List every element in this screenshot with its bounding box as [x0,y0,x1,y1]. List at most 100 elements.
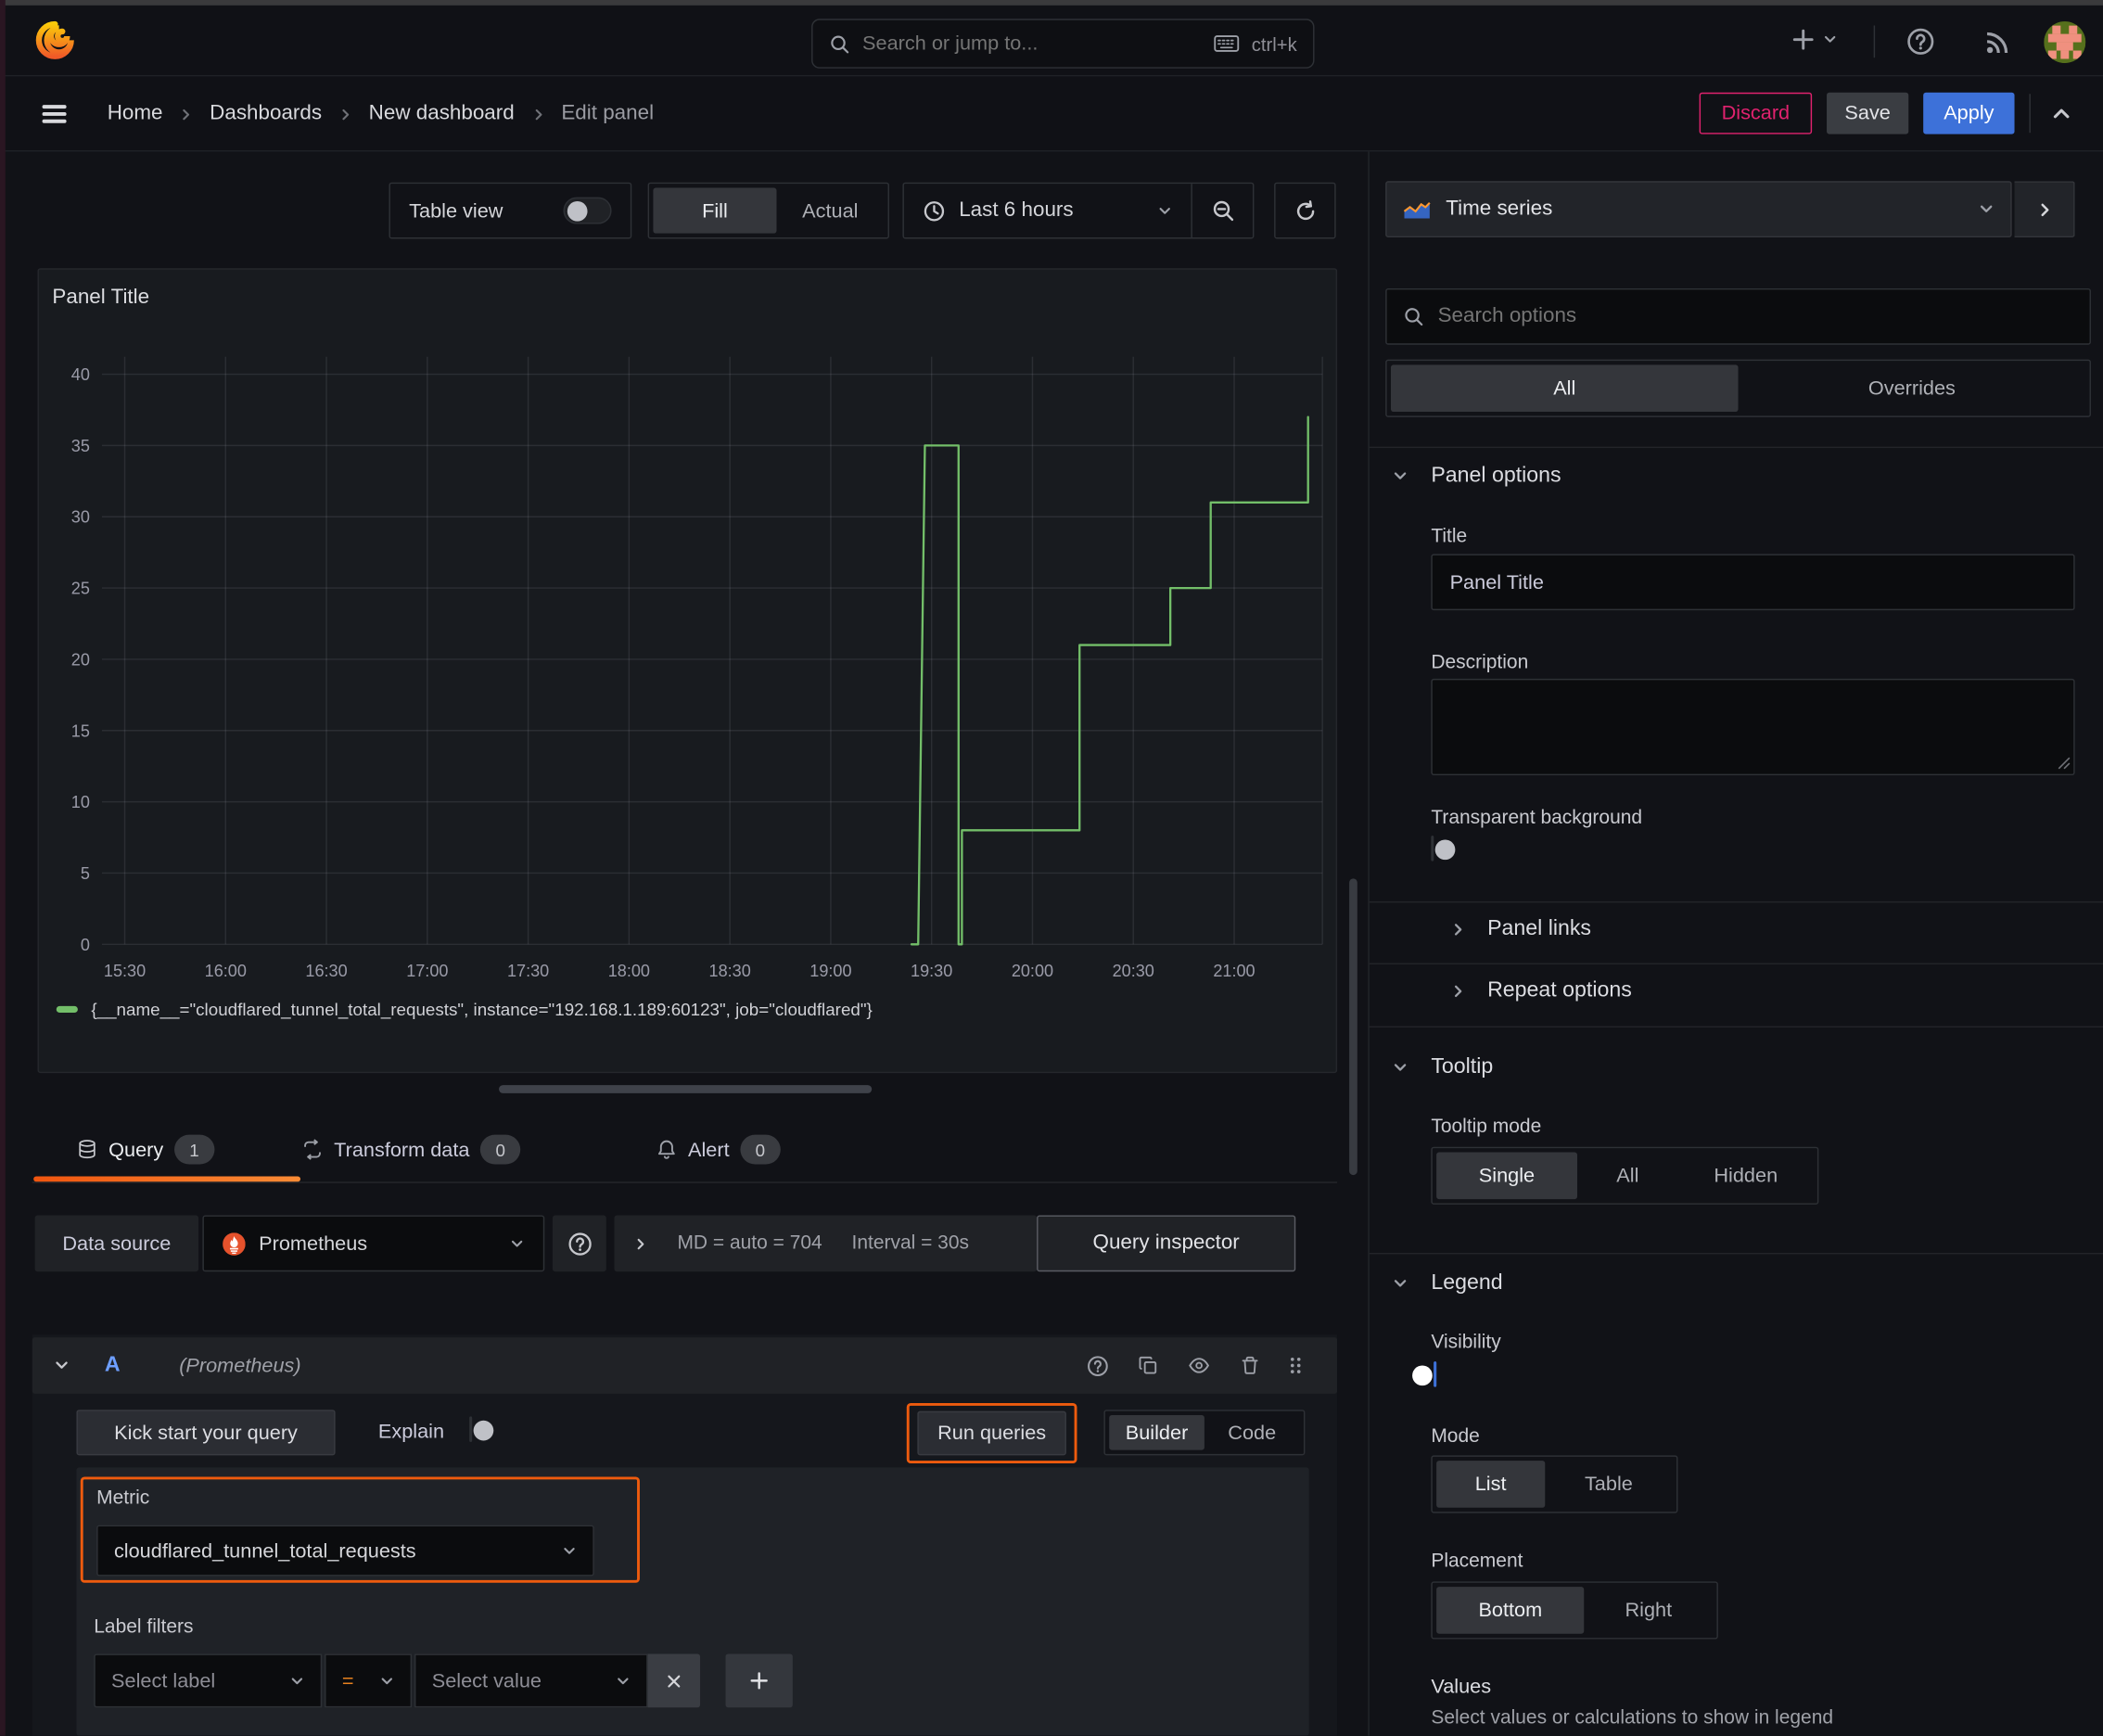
panel-links-header[interactable]: Panel links [1450,917,1591,941]
mode-list-option[interactable]: List [1436,1461,1546,1508]
select-label-dropdown[interactable]: Select label [94,1653,323,1708]
collapse-options-button[interactable] [2014,181,2075,238]
remove-filter-button[interactable] [647,1653,701,1708]
add-new-button[interactable] [1791,27,1838,52]
discard-button[interactable]: Discard [1699,92,1813,134]
apply-button[interactable]: Apply [1923,92,2015,134]
chevron-down-icon [379,1673,394,1688]
top-bar: ctrl+k [0,5,2103,77]
all-option[interactable]: All [1390,364,1739,413]
drag-query-handle[interactable] [1276,1346,1316,1385]
code-option[interactable]: Code [1204,1415,1300,1450]
transparent-bg-toggle[interactable] [1431,836,1456,862]
legend-visibility-toggle[interactable] [1412,1361,1437,1387]
query-help-button[interactable] [1072,1346,1123,1385]
tooltip-title: Tooltip [1431,1055,1494,1079]
delete-query-button[interactable] [1225,1346,1276,1385]
panel-title-input[interactable] [1431,554,2075,611]
repeat-options-header[interactable]: Repeat options [1450,979,1632,1003]
resize-corner-icon[interactable] [2058,757,2071,770]
query-ref-id: A [104,1353,121,1377]
database-icon [76,1139,97,1160]
table-view-toggle[interactable] [563,197,612,224]
breadcrumb: Home Dashboards New dashboard Edit panel [108,99,654,129]
news-button[interactable] [1981,25,2013,57]
time-range-picker[interactable]: Last 6 hours [904,198,1192,223]
breadcrumb-new-dashboard[interactable]: New dashboard [369,102,515,126]
options-sidebar: Time series All Overrides Panel options … [1368,151,2103,1736]
svg-text:21:00: 21:00 [1213,962,1255,980]
explain-label: Explain [377,1420,445,1444]
tooltip-all-option[interactable]: All [1577,1152,1678,1199]
description-textarea[interactable] [1431,678,2075,776]
datasource-picker[interactable]: Prometheus [202,1215,545,1272]
builder-option[interactable]: Builder [1109,1414,1204,1450]
tab-transform-count: 0 [480,1134,521,1165]
query-options-md: MD = auto = 704 [677,1232,822,1255]
breadcrumb-home[interactable]: Home [108,102,163,126]
placement-bottom-option[interactable]: Bottom [1436,1587,1585,1634]
options-search-input[interactable] [1437,304,2074,329]
datasource-label-box: Data source [34,1215,199,1272]
tab-query[interactable]: Query 1 [76,1134,215,1165]
tab-transform-data[interactable]: Transform data 0 [301,1134,521,1165]
svg-text:40: 40 [71,365,90,384]
global-search-input[interactable] [862,32,1203,56]
topbar-divider [1873,25,1876,58]
panel-title: Panel Title [52,286,150,309]
tooltip-single-option[interactable]: Single [1436,1152,1577,1200]
hide-query-button[interactable] [1174,1346,1225,1385]
time-series-chart[interactable]: 0 5 10 15 20 25 30 35 40 15:30 16:00 16:30 17:00 17:3… [39,324,1339,994]
query-builder-panel: Metric cloudflared_tunnel_total_requests… [76,1467,1309,1736]
fill-option[interactable]: Fill [653,187,777,234]
transform-icon [301,1139,323,1160]
duplicate-query-button[interactable] [1123,1346,1174,1385]
tooltip-hidden-option[interactable]: Hidden [1678,1152,1814,1199]
tab-alert[interactable]: Alert 0 [656,1134,781,1165]
collapse-pane-button[interactable] [2046,100,2076,127]
run-queries-button[interactable]: Run queries [917,1410,1066,1456]
help-button[interactable] [1905,25,1937,57]
legend-series-label[interactable]: {__name__="cloudflared_tunnel_total_requ… [91,1000,872,1020]
mega-menu-button[interactable] [38,100,70,127]
refresh-button[interactable] [1274,182,1336,239]
kick-start-query-button[interactable]: Kick start your query [76,1410,336,1456]
tooltip-header[interactable]: Tooltip [1392,1055,1493,1079]
eye-icon [1189,1355,1210,1376]
save-button[interactable]: Save [1827,92,1909,134]
overrides-option[interactable]: Overrides [1739,364,2086,412]
svg-text:15: 15 [71,721,90,740]
mode-table-option[interactable]: Table [1545,1461,1673,1508]
global-search-box[interactable]: ctrl+k [811,19,1315,69]
legend-header[interactable]: Legend [1392,1271,1503,1296]
chevron-right-icon [633,1236,648,1251]
options-search-box[interactable] [1385,287,2091,345]
grafana-logo-icon[interactable] [33,18,76,63]
pane-resize-handle[interactable] [499,1085,873,1093]
breadcrumb-dashboards[interactable]: Dashboards [210,102,322,126]
legend-mode-label: Mode [1431,1425,1480,1448]
placement-right-option[interactable]: Right [1585,1587,1714,1634]
select-value-dropdown[interactable]: Select value [414,1653,648,1708]
query-row-header[interactable]: A (Prometheus) [32,1337,1338,1394]
metric-select[interactable]: cloudflared_tunnel_total_requests [96,1525,594,1576]
add-filter-button[interactable] [725,1653,793,1708]
panel-links-title: Panel links [1487,917,1592,940]
zoom-out-time-button[interactable] [1192,184,1253,237]
operator-dropdown[interactable]: = [325,1653,413,1708]
metric-value: cloudflared_tunnel_total_requests [113,1538,416,1563]
chevron-down-icon [510,1236,525,1251]
panel-options-header[interactable]: Panel options [1392,464,1561,488]
scrollbar-thumb[interactable] [1349,878,1357,1176]
svg-text:5: 5 [81,864,90,883]
actual-option[interactable]: Actual [776,188,884,234]
explain-toggle[interactable] [469,1416,494,1442]
visualization-picker[interactable]: Time series [1385,181,2012,238]
tab-query-count: 1 [173,1134,215,1165]
svg-text:19:30: 19:30 [911,962,952,980]
query-datasource-note: (Prometheus) [179,1354,301,1377]
query-options-collapsed[interactable]: MD = auto = 704 Interval = 30s [614,1215,1038,1272]
query-inspector-button[interactable]: Query inspector [1037,1215,1296,1272]
user-avatar[interactable] [2044,21,2086,63]
datasource-help-button[interactable] [552,1215,606,1272]
